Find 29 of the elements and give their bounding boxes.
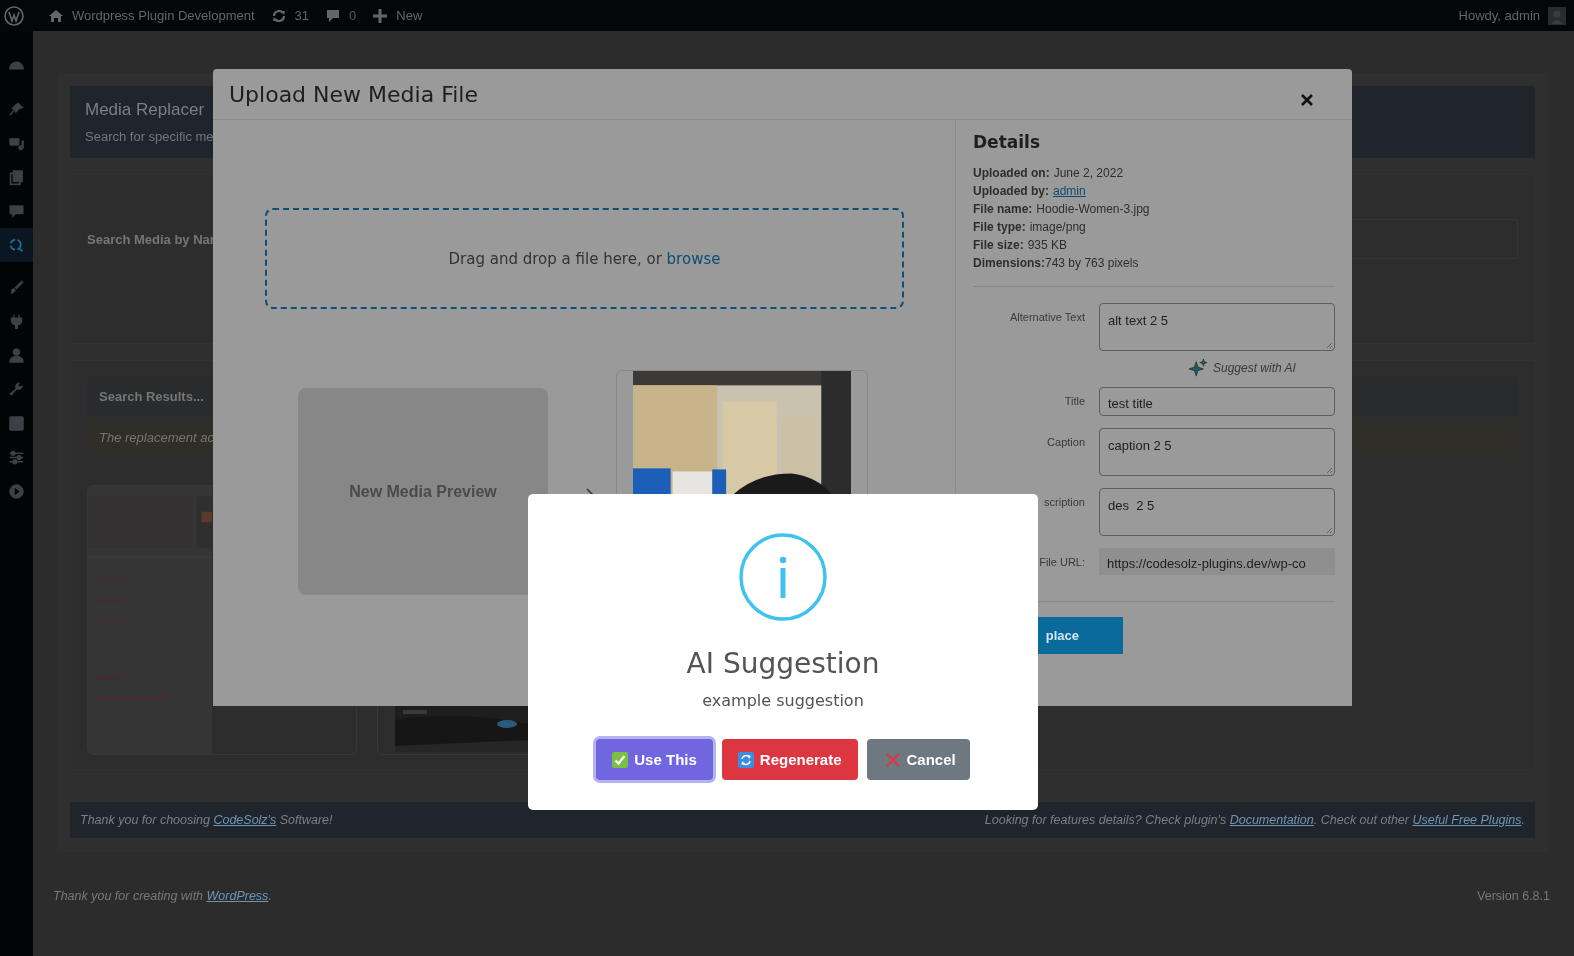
field-label: Alternative Text [1009, 310, 1085, 323]
field-label: Title [1063, 394, 1085, 407]
alert-title: AI Suggestion [686, 647, 880, 680]
meta-label: Uploaded on: [973, 165, 1050, 182]
details-title: Details [973, 132, 1041, 152]
meta-value: Hoodie-Women-3.jpg [1036, 201, 1150, 218]
meta-value: 743 by 763 pixels [1045, 255, 1139, 272]
alert-text: example suggestion [702, 691, 864, 710]
field-label: scription [1043, 495, 1085, 508]
meta-label: File type: [973, 219, 1026, 236]
field-label: File URL: [1038, 555, 1085, 568]
version-label: Version 6.8.1 [1477, 889, 1550, 903]
page-title: Media Replacer [85, 100, 205, 120]
thanks-note: Thank you for choosing CodeSolz's Software! [80, 813, 333, 827]
dropzone-text: Drag and drop a file here, or browse [448, 249, 721, 268]
dialog-title: Upload New Media File [229, 81, 478, 107]
footer-credit: Thank you for creating with WordPress. [53, 889, 272, 903]
meta-label: File name: [973, 201, 1033, 218]
preview-label: New Media Preview [349, 482, 497, 501]
page-subtitle: Search for specific me [85, 129, 214, 144]
meta-value: June 2, 2022 [1053, 165, 1124, 182]
field-label: Caption [1046, 435, 1085, 448]
meta-value: 935 KB [1027, 237, 1068, 254]
meta-label: Uploaded by: [973, 183, 1049, 200]
meta-label: File size: [973, 237, 1024, 254]
meta-value: image/png [1029, 219, 1086, 236]
search-label: Search Media by Nar [87, 231, 215, 247]
meta-label: Dimensions: [973, 255, 1045, 272]
help-note: Looking for features details? Check plugin's Documentation. Check out other Useful Free Plugins. [984, 813, 1525, 827]
